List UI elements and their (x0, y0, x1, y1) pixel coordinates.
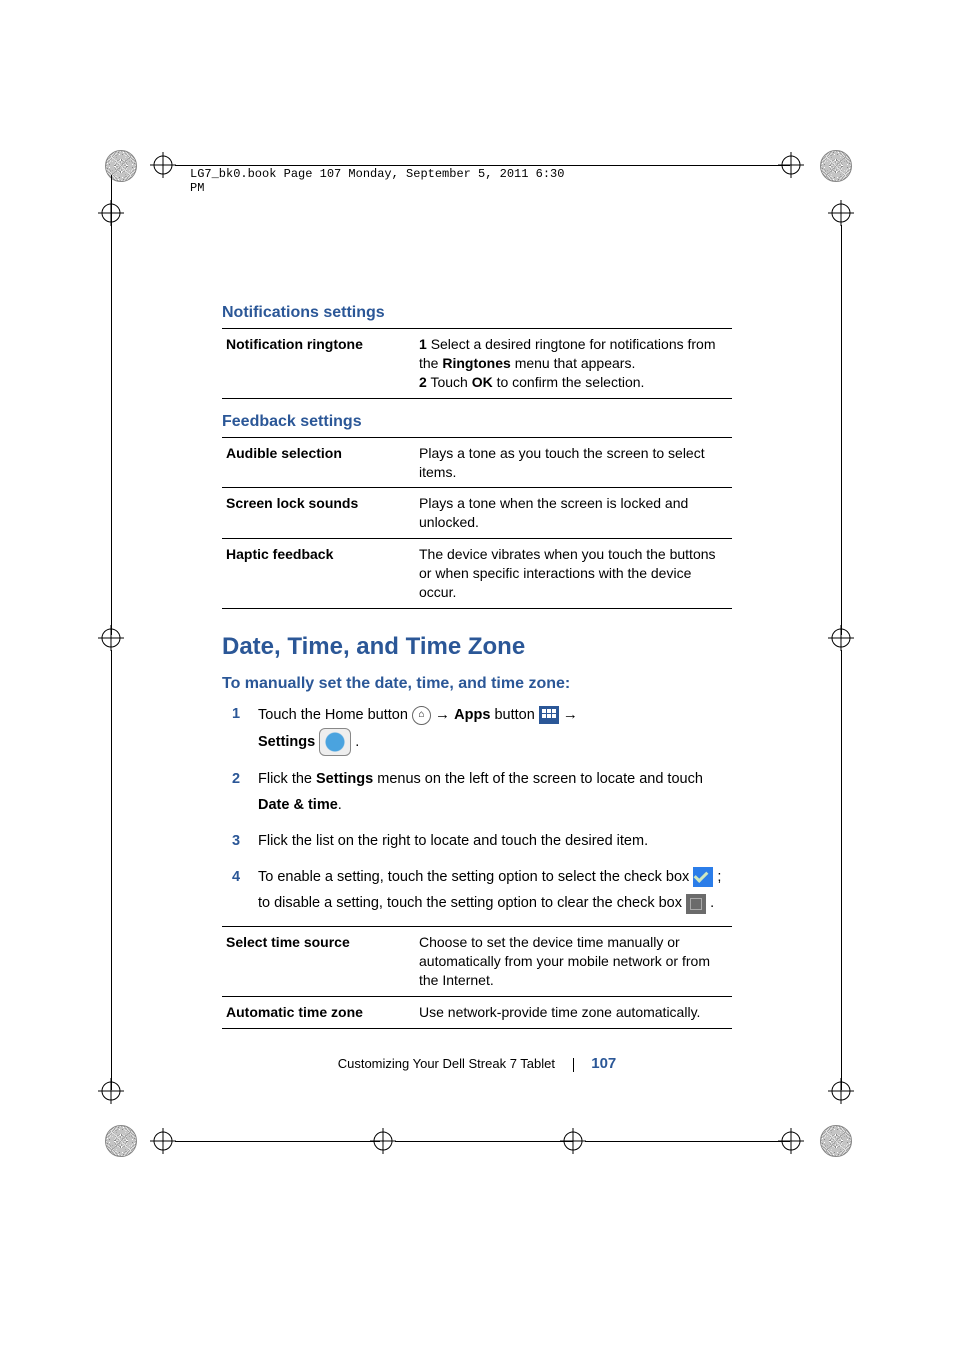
section-heading-notifications: Notifications settings (222, 304, 732, 322)
crosshair-icon (828, 200, 854, 226)
section-subheading-datetime: To manually set the date, time, and time… (222, 675, 732, 693)
home-icon: ⌂ (412, 706, 431, 725)
text: Flick the list on the right to locate an… (258, 833, 648, 849)
print-mark-icon (105, 1125, 137, 1157)
print-line (585, 1141, 790, 1142)
row-desc: The device vibrates when you touch the b… (415, 539, 732, 609)
feedback-table: Audible selection Plays a tone as you to… (222, 437, 732, 609)
text: to confirm the selection. (493, 374, 645, 390)
text: . (710, 895, 714, 911)
text: . (351, 734, 359, 750)
print-mark-icon (105, 150, 137, 182)
row-desc: Use network-provide time zone automatica… (415, 997, 732, 1029)
page-footer: Customizing Your Dell Streak 7 Tablet 10… (0, 1055, 954, 1072)
print-line (111, 175, 112, 635)
notifications-table: Notification ringtone 1 Select a desired… (222, 328, 732, 399)
running-head: LG7_bk0.book Page 107 Monday, September … (190, 165, 570, 195)
step-num: 1 (232, 701, 240, 727)
print-line (841, 650, 842, 1090)
row-desc: Plays a tone when the screen is locked a… (415, 488, 732, 539)
settings-icon (319, 728, 351, 756)
text-bold: Date & time (258, 797, 338, 813)
step-item: 1 Touch the Home button ⌂ → Apps button … (222, 701, 732, 756)
print-line (395, 1141, 573, 1142)
text: Touch (430, 374, 471, 390)
row-label: Haptic feedback (222, 539, 415, 609)
row-desc: Plays a tone as you touch the screen to … (415, 437, 732, 488)
step-item: 2 Flick the Settings menus on the left o… (222, 766, 732, 818)
text: . (338, 797, 342, 813)
print-mark-icon (820, 150, 852, 182)
step-item: 3 Flick the list on the right to locate … (222, 828, 732, 854)
text: menu that appears. (511, 355, 636, 371)
row-label: Select time source (222, 927, 415, 997)
row-label: Automatic time zone (222, 997, 415, 1029)
print-mark-icon (820, 1125, 852, 1157)
step-num: 2 (232, 766, 240, 792)
divider (573, 1058, 574, 1072)
text: menus on the left of the screen to locat… (373, 771, 703, 787)
arrow-icon: → (435, 706, 454, 723)
page-content: Notifications settings Notification ring… (222, 290, 732, 1029)
footer-text: Customizing Your Dell Streak 7 Tablet (338, 1056, 555, 1071)
section-heading-datetime: Date, Time, and Time Zone (222, 633, 732, 661)
row-desc: Choose to set the device time manually o… (415, 927, 732, 997)
text: button (494, 707, 538, 723)
text-bold: Apps (454, 707, 490, 723)
step-num: 1 (419, 336, 427, 352)
print-line (111, 650, 112, 1090)
step-num: 3 (232, 828, 240, 854)
arrow-icon: → (563, 706, 578, 723)
row-label: Notification ringtone (222, 329, 415, 399)
text: Touch the Home button (258, 707, 412, 723)
text: Flick the (258, 771, 316, 787)
text-bold: OK (472, 374, 493, 390)
text-bold: Settings (258, 734, 315, 750)
step-item: 4 To enable a setting, touch the setting… (222, 864, 732, 916)
row-desc: 1 Select a desired ringtone for notifica… (415, 329, 732, 399)
print-line (841, 225, 842, 635)
row-label: Screen lock sounds (222, 488, 415, 539)
crosshair-icon (150, 152, 176, 178)
apps-icon (539, 706, 559, 724)
checkbox-checked-icon (693, 867, 713, 887)
section-heading-feedback: Feedback settings (222, 413, 732, 431)
print-line (175, 1141, 380, 1142)
text-bold: Settings (316, 771, 373, 787)
step-num: 2 (419, 374, 427, 390)
checkbox-unchecked-icon (686, 894, 706, 914)
datetime-table: Select time source Choose to set the dev… (222, 926, 732, 1029)
crosshair-icon (150, 1128, 176, 1154)
text: To enable a setting, touch the setting o… (258, 869, 693, 885)
text-bold: Ringtones (442, 355, 510, 371)
row-label: Audible selection (222, 437, 415, 488)
steps-list: 1 Touch the Home button ⌂ → Apps button … (222, 701, 732, 917)
step-num: 4 (232, 864, 240, 890)
page-number: 107 (591, 1055, 616, 1072)
